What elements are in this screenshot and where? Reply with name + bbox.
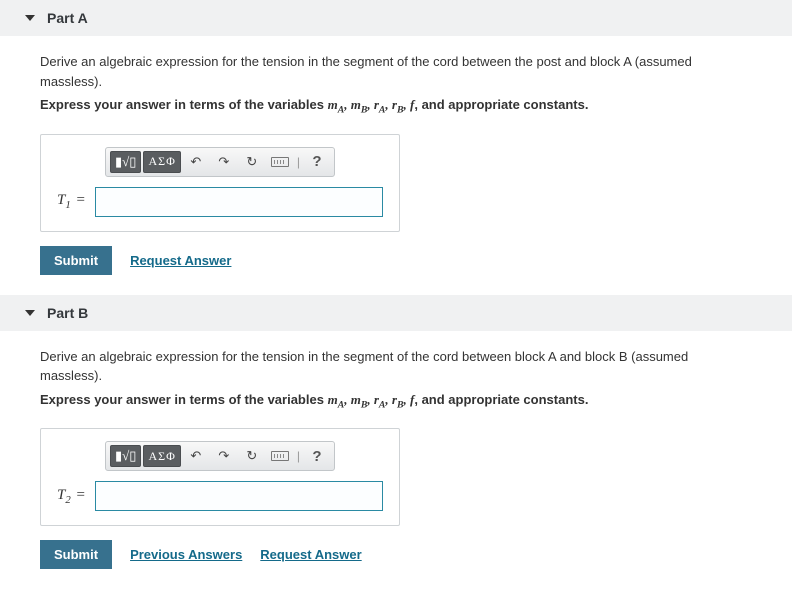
greek-symbols-button[interactable]: ΑΣΦ (143, 151, 180, 173)
answer-input[interactable] (95, 481, 383, 511)
undo-button[interactable]: ↶ (183, 445, 209, 467)
keyboard-icon (271, 451, 289, 461)
submit-button[interactable]: Submit (40, 540, 112, 569)
answer-box: ▮√▯ ΑΣΦ ↶ ↷ ↻ | ? T2 = (40, 428, 400, 526)
submit-button[interactable]: Submit (40, 246, 112, 275)
part-title: Part B (47, 305, 88, 321)
keyboard-icon (271, 157, 289, 167)
variable-list: mA, mB, rA, rB, f (328, 97, 415, 112)
redo-button[interactable]: ↷ (211, 445, 237, 467)
keyboard-button[interactable] (267, 151, 293, 173)
part-body: Derive an algebraic expression for the t… (0, 347, 792, 589)
equation-toolbar: ▮√▯ ΑΣΦ ↶ ↷ ↻ | ? (105, 147, 335, 177)
keyboard-button[interactable] (267, 445, 293, 467)
action-row: Submit Previous Answers Request Answer (40, 540, 752, 569)
template-button[interactable]: ▮√▯ (110, 151, 141, 173)
help-button[interactable]: ? (304, 445, 330, 467)
question-prompt: Derive an algebraic expression for the t… (40, 52, 752, 91)
toolbar-separator: | (297, 449, 300, 463)
reset-button[interactable]: ↻ (239, 445, 265, 467)
part-body: Derive an algebraic expression for the t… (0, 52, 792, 295)
answer-input-row: T2 = (57, 481, 383, 511)
chevron-down-icon (25, 15, 35, 21)
greek-symbols-button[interactable]: ΑΣΦ (143, 445, 180, 467)
toolbar-separator: | (297, 155, 300, 169)
answer-input-row: T1 = (57, 187, 383, 217)
part-header[interactable]: Part B (0, 295, 792, 331)
previous-answers-link[interactable]: Previous Answers (130, 547, 242, 562)
answer-format-instruction: Express your answer in terms of the vari… (40, 392, 752, 411)
request-answer-link[interactable]: Request Answer (130, 253, 231, 268)
answer-box: ▮√▯ ΑΣΦ ↶ ↷ ↻ | ? T1 = (40, 134, 400, 232)
equation-lhs: T2 = (57, 487, 85, 506)
part-header[interactable]: Part A (0, 0, 792, 36)
redo-button[interactable]: ↷ (211, 151, 237, 173)
part-a: Part A Derive an algebraic expression fo… (0, 0, 792, 295)
help-button[interactable]: ? (304, 151, 330, 173)
equation-lhs: T1 = (57, 192, 85, 211)
answer-format-instruction: Express your answer in terms of the vari… (40, 97, 752, 116)
request-answer-link[interactable]: Request Answer (260, 547, 361, 562)
equation-toolbar: ▮√▯ ΑΣΦ ↶ ↷ ↻ | ? (105, 441, 335, 471)
chevron-down-icon (25, 310, 35, 316)
question-prompt: Derive an algebraic expression for the t… (40, 347, 752, 386)
template-button[interactable]: ▮√▯ (110, 445, 141, 467)
action-row: Submit Request Answer (40, 246, 752, 275)
answer-input[interactable] (95, 187, 383, 217)
undo-button[interactable]: ↶ (183, 151, 209, 173)
part-title: Part A (47, 10, 88, 26)
variable-list: mA, mB, rA, rB, f (328, 392, 415, 407)
reset-button[interactable]: ↻ (239, 151, 265, 173)
part-b: Part B Derive an algebraic expression fo… (0, 295, 792, 589)
